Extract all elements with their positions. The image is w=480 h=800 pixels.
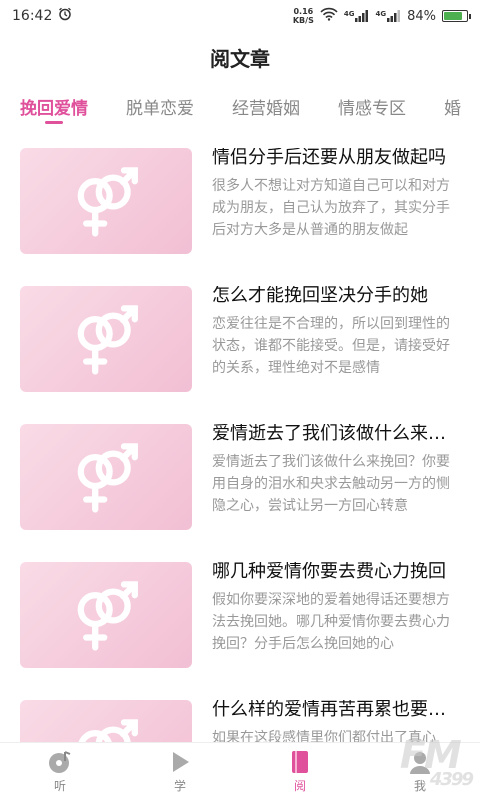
gender-symbol-icon [77,581,138,651]
status-bar: 16:42 0.16 KB/S 4G 4G 84% [0,0,480,32]
article-summary: 恋爱往往是不合理的，所以回到理性的状态，谁都不能接受。但是，请接受好的关系，理性… [212,316,450,376]
article-thumbnail [20,700,192,742]
article-thumbnail [20,286,192,392]
article-title: 怎么才能挽回坚决分手的她 [212,286,428,306]
network-speed: 0.16 KB/S [292,7,314,25]
status-time: 16:42 [12,8,53,24]
article-summary: 爱情逝去了我们该做什么来挽回？你要用自身的泪水和央求去触动另一方的恻隐之心，尝试… [212,454,450,514]
book-icon [287,749,313,775]
list-item[interactable]: 情侣分手后还要从朋友做起吗 很多人不想让对方知道自己可以和对方成为朋友，自己认为… [0,130,480,268]
wifi-icon [320,7,338,25]
battery-percent: 84% [407,8,436,24]
article-thumbnail [20,148,192,254]
bottom-nav: 听 学 阅 我 [0,742,480,800]
nav-learn[interactable]: 学 [120,743,240,800]
list-item[interactable]: 爱情逝去了我们该做什么来挽回 爱情逝去了我们该做什么来挽回？你要用自身的泪水和央… [0,406,480,544]
tab-partial[interactable]: 婚 [444,82,461,130]
page-title: 阅文章 [210,46,270,71]
article-thumbnail [20,424,192,530]
gender-symbol-icon [77,305,138,375]
gender-symbol-icon [78,719,138,742]
article-thumbnail [20,562,192,668]
nav-listen[interactable]: 听 [0,743,120,800]
tab-marriage[interactable]: 经营婚姻 [232,82,300,130]
play-icon [167,749,193,775]
list-item[interactable]: 怎么才能挽回坚决分手的她 恋爱往往是不合理的，所以回到理性的状态，谁都不能接受。… [0,268,480,406]
article-title: 哪几种爱情你要去费心力挽回 [212,562,446,582]
signal-icon-1: 4G [344,10,370,22]
article-title: 情侣分手后还要从朋友做起吗 [212,148,446,168]
nav-read[interactable]: 阅 [240,743,360,800]
article-summary: 如果在这段感情里你们都付出了真心 [212,730,436,742]
tab-find-partner[interactable]: 脱单恋爱 [126,82,194,130]
article-title: 什么样的爱情再苦再累也要挽回 [212,700,460,720]
list-item[interactable]: 什么样的爱情再苦再累也要挽回 如果在这段感情里你们都付出了真心 [0,682,480,742]
tab-win-back-love[interactable]: 挽回爱情 [20,82,88,130]
nav-me[interactable]: 我 [360,743,480,800]
signal-icon-2: 4G [375,10,401,22]
tab-emotion-zone[interactable]: 情感专区 [338,82,406,130]
list-item[interactable]: 哪几种爱情你要去费心力挽回 假如你要深深地的爱着她得话还要想方法去挽回她。哪几种… [0,544,480,682]
battery-icon [442,10,471,22]
article-list: 情侣分手后还要从朋友做起吗 很多人不想让对方知道自己可以和对方成为朋友，自己认为… [0,130,480,742]
article-summary: 很多人不想让对方知道自己可以和对方成为朋友，自己认为放弃了，其实分手后对方大多是… [212,178,450,238]
category-tabs: 挽回爱情 脱单恋爱 经营婚姻 情感专区 婚 [0,82,480,130]
gender-symbol-icon [77,443,138,513]
alarm-icon [58,7,72,25]
article-title: 爱情逝去了我们该做什么来挽回 [212,424,460,444]
vinyl-note-icon [47,749,73,775]
user-icon [407,749,433,775]
article-summary: 假如你要深深地的爱着她得话还要想方法去挽回她。哪几种爱情你要去费心力挽回？分手后… [212,592,450,652]
gender-symbol-icon [77,167,138,237]
